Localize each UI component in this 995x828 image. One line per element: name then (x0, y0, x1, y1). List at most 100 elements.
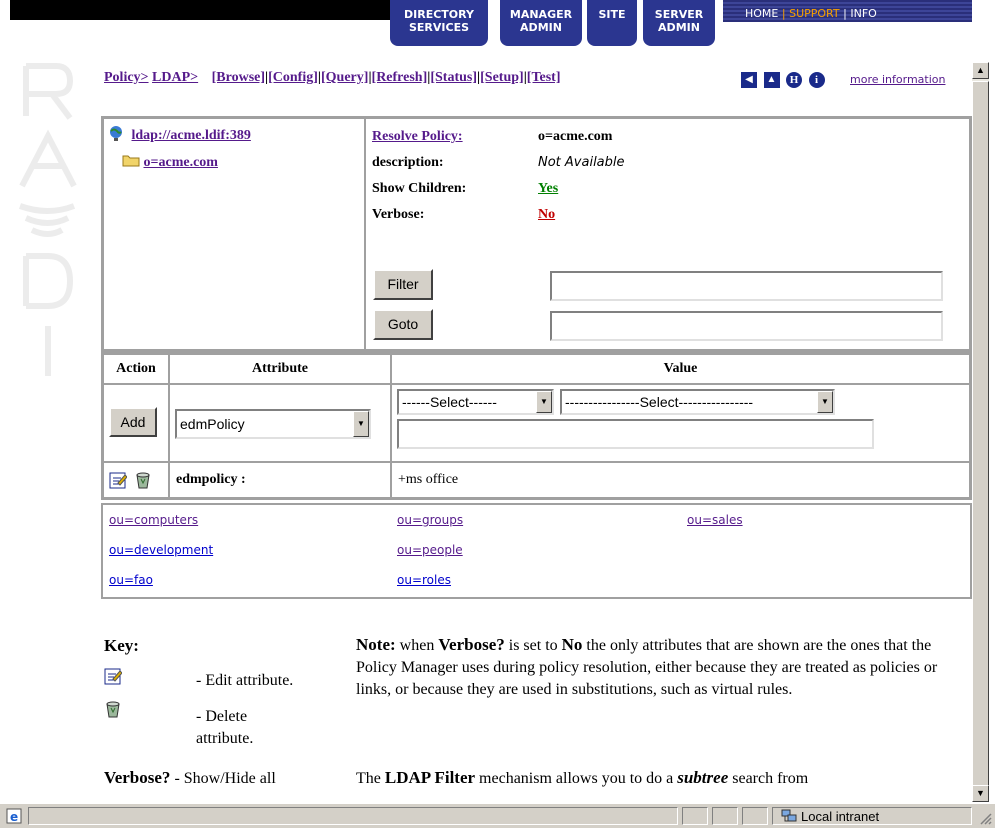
tree-child-link[interactable]: o=acme.com (144, 155, 218, 170)
support-link[interactable]: SUPPORT (789, 7, 840, 20)
note-text: The (356, 770, 385, 787)
crumb-policy[interactable]: Policy> (104, 70, 149, 85)
recycle-bin-icon[interactable] (134, 471, 152, 489)
edit-icon (104, 668, 122, 685)
home-icon[interactable]: H (786, 72, 802, 88)
ie-page-icon: e (6, 808, 22, 824)
show-children-label: Show Children: (372, 181, 467, 196)
ldap-tree: ldap://acme.ldif:389 o=acme.com (103, 118, 365, 350)
value-select-2-value: ----------------Select---------------- (565, 394, 754, 410)
verbose-toggle[interactable]: No (538, 207, 555, 223)
resize-grip-icon[interactable] (978, 811, 992, 825)
status-panel (712, 807, 738, 825)
attribute-name: edmpolicy : (169, 462, 391, 498)
description-value: Not Available (538, 155, 625, 170)
vertical-scrollbar[interactable]: ▲ ▼ (972, 62, 989, 802)
add-cell: Add (103, 384, 169, 462)
tab-directory-services[interactable]: DIRECTORY SERVICES (390, 0, 488, 46)
tree-child: o=acme.com (122, 153, 218, 171)
up-arrow-icon[interactable]: ▲ (763, 72, 780, 88)
key-edit-desc: - Edit attribute. (196, 672, 294, 689)
tab-site[interactable]: SITE (587, 0, 637, 46)
query-link[interactable]: [Query] (321, 70, 368, 85)
breadcrumb: Policy> LDAP> [Browse]|[Config]|[Query]|… (104, 70, 561, 85)
more-information-link[interactable]: more information (850, 73, 945, 86)
status-text-panel (28, 807, 678, 825)
test-link[interactable]: [Test] (527, 70, 561, 85)
value-cell: ------Select------ ▼ ----------------Sel… (391, 384, 970, 462)
filter-button[interactable]: Filter (373, 269, 433, 300)
edit-icon[interactable] (109, 471, 127, 489)
dropdown-arrow-icon[interactable]: ▼ (353, 411, 369, 437)
child-link[interactable]: ou=sales (687, 513, 743, 527)
note-text: when (395, 637, 439, 654)
show-children-toggle[interactable]: Yes (538, 181, 558, 197)
value-select-1-value: ------Select------ (402, 394, 497, 410)
tree-root-link[interactable]: ldap://acme.ldif:389 (132, 128, 251, 143)
value-input[interactable] (397, 419, 874, 449)
tab-line: SERVER (654, 8, 704, 21)
filter-input[interactable] (550, 271, 943, 301)
scroll-down-button[interactable]: ▼ (972, 785, 989, 802)
child-link[interactable]: ou=development (109, 543, 213, 557)
goto-button[interactable]: Goto (373, 309, 433, 340)
scroll-up-button[interactable]: ▲ (972, 62, 989, 79)
intranet-icon (781, 809, 797, 822)
config-link[interactable]: [Config] (268, 70, 318, 85)
setup-link[interactable]: [Setup] (480, 70, 524, 85)
recycle-bin-icon (106, 701, 120, 718)
browse-link[interactable]: [Browse] (212, 70, 265, 85)
resolve-policy-link[interactable]: Resolve Policy: (372, 129, 463, 145)
folder-icon (122, 155, 140, 167)
tab-line: ADMIN (520, 21, 562, 34)
verbose-label: Verbose: (372, 207, 425, 222)
value-select-2[interactable]: ----------------Select---------------- ▼ (560, 389, 835, 415)
note-ldap-filter: LDAP Filter (384, 768, 476, 787)
note-text: search from (728, 770, 809, 787)
header-action: Action (103, 354, 169, 384)
child-link[interactable]: ou=roles (397, 573, 451, 587)
status-panel (742, 807, 768, 825)
zone-label: Local intranet (801, 809, 880, 824)
resolve-policy-value: o=acme.com (538, 129, 613, 144)
tab-manager-admin[interactable]: MANAGER ADMIN (500, 0, 582, 46)
key-title: Key: (104, 636, 139, 655)
child-link[interactable]: ou=people (397, 543, 463, 557)
dropdown-arrow-icon[interactable]: ▼ (817, 391, 833, 413)
status-panel (682, 807, 708, 825)
scroll-thumb[interactable] (972, 81, 989, 787)
svg-text:e: e (10, 810, 18, 824)
child-link[interactable]: ou=groups (397, 513, 463, 527)
note-text: is set to (504, 637, 562, 654)
row-actions (103, 462, 169, 498)
dropdown-arrow-icon[interactable]: ▼ (536, 391, 552, 413)
note-paragraph: Note: when Verbose? is set to No the onl… (356, 634, 968, 701)
tab-line: SERVICES (408, 21, 470, 34)
status-link[interactable]: [Status] (430, 70, 477, 85)
tab-line: MANAGER (509, 8, 573, 21)
info-link[interactable]: INFO (850, 7, 876, 20)
key-delete-line: attribute. (196, 730, 254, 747)
key-verbose: Verbose? - Show/Hide all (104, 768, 276, 788)
attribute-value: +ms office (391, 462, 970, 498)
link-separator: | (843, 7, 847, 20)
crumb-ldap[interactable]: LDAP> (152, 70, 198, 85)
zone-panel: Local intranet (772, 807, 972, 825)
header-attribute: Attribute (169, 354, 391, 384)
link-separator: | (781, 7, 786, 20)
key-delete-desc: - Delete attribute. (196, 706, 253, 750)
refresh-link[interactable]: [Refresh] (372, 70, 428, 85)
attribute-select[interactable]: edmPolicy ▼ (175, 409, 371, 439)
goto-input[interactable] (550, 311, 943, 341)
home-link[interactable]: HOME (745, 7, 778, 20)
value-select-1[interactable]: ------Select------ ▼ (397, 389, 554, 415)
back-arrow-icon[interactable]: ◀ (741, 72, 757, 88)
tab-line: ADMIN (658, 21, 700, 34)
info-icon[interactable]: i (808, 72, 825, 88)
child-link[interactable]: ou=computers (109, 513, 198, 527)
add-button[interactable]: Add (109, 407, 157, 437)
status-bar: e Local intranet (0, 803, 995, 828)
child-link[interactable]: ou=fao (109, 573, 153, 587)
note-text: mechanism allows you to do a (475, 770, 678, 787)
tab-server-admin[interactable]: SERVER ADMIN (643, 0, 715, 46)
